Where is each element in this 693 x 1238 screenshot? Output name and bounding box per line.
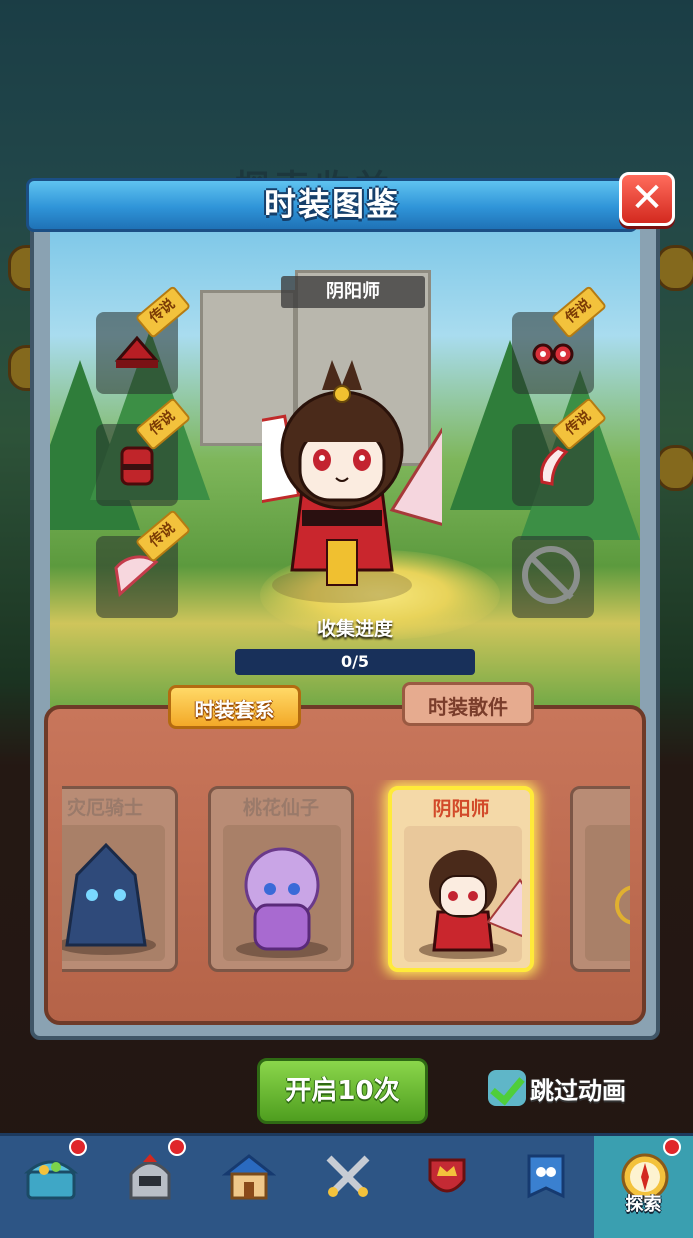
modal-title: 时装图鉴 <box>263 185 400 223</box>
crown-shield-icon <box>428 1158 466 1193</box>
house-icon <box>222 1154 276 1200</box>
card-name: 阴阳师 <box>432 798 490 820</box>
fairy-portrait <box>223 825 341 961</box>
checkbox-checked-icon[interactable] <box>488 1070 526 1106</box>
nav-item-hero[interactable] <box>99 1136 198 1238</box>
skip-animation-label: 跳过动画 <box>530 1076 626 1105</box>
notification-dot <box>663 1138 681 1156</box>
collection-progress-bar: 0/5 <box>235 649 475 675</box>
close-icon: ✕ <box>630 175 664 221</box>
costume-portrait <box>585 825 630 961</box>
nav-item-treasure[interactable] <box>0 1136 99 1238</box>
crossed-swords-icon <box>326 1155 370 1197</box>
tab-costume-sets[interactable]: 时装套系 <box>168 685 301 729</box>
guild-banner-icon <box>527 1154 565 1199</box>
notification-dot <box>69 1138 87 1156</box>
costume-card[interactable]: 桃花仙子 <box>208 786 354 972</box>
bottom-nav: 探索 <box>0 1133 693 1238</box>
equipment-slot-fan[interactable]: 传说 <box>96 509 192 618</box>
card-name: 太 <box>573 793 630 820</box>
nav-item-guild[interactable] <box>495 1136 594 1238</box>
costume-card-selected[interactable]: 阴阳师 <box>388 786 534 972</box>
equipment-slot-empty <box>512 536 594 618</box>
card-name: 灾厄骑士 <box>66 797 143 819</box>
equipment-slot-hat[interactable]: 传说 <box>96 285 192 394</box>
nav-item-explore[interactable]: 探索 <box>594 1136 693 1238</box>
close-button[interactable]: ✕ <box>619 172 675 226</box>
costume-card-list[interactable]: 灾厄骑士 桃花仙子 阴阳师 太 <box>62 780 630 980</box>
onmyoji-character <box>262 360 442 603</box>
skip-animation-toggle[interactable]: 跳过动画 <box>488 1068 626 1108</box>
progress-text: 0/5 <box>340 652 370 671</box>
tab-costume-pieces[interactable]: 时装散件 <box>402 682 534 726</box>
treasure-chest-icon <box>24 1160 78 1200</box>
equipment-slot-talisman[interactable]: 传说 <box>512 397 608 506</box>
costume-card[interactable]: 灾厄骑士 <box>62 786 178 972</box>
knight-portrait <box>62 825 165 961</box>
nav-label-explore: 探索 <box>625 1194 662 1215</box>
onmyoji-portrait <box>404 826 522 962</box>
collection-progress-label: 收集进度 <box>316 618 393 640</box>
knight-helmet-icon <box>129 1154 171 1200</box>
card-name: 桃花仙子 <box>242 797 319 819</box>
character-name: 阴阳师 <box>281 276 425 308</box>
nav-item-home[interactable] <box>198 1136 297 1238</box>
costume-card[interactable]: 太 <box>570 786 630 972</box>
nav-item-battle[interactable] <box>297 1136 396 1238</box>
notification-dot <box>168 1138 186 1156</box>
open-10-times-button[interactable]: 开启10次 <box>257 1058 428 1124</box>
equipment-slot-robe[interactable]: 传说 <box>96 397 192 506</box>
equipment-slot-face[interactable]: 传说 <box>512 285 608 394</box>
ban-icon <box>522 546 580 604</box>
nav-item-arena[interactable] <box>396 1136 495 1238</box>
